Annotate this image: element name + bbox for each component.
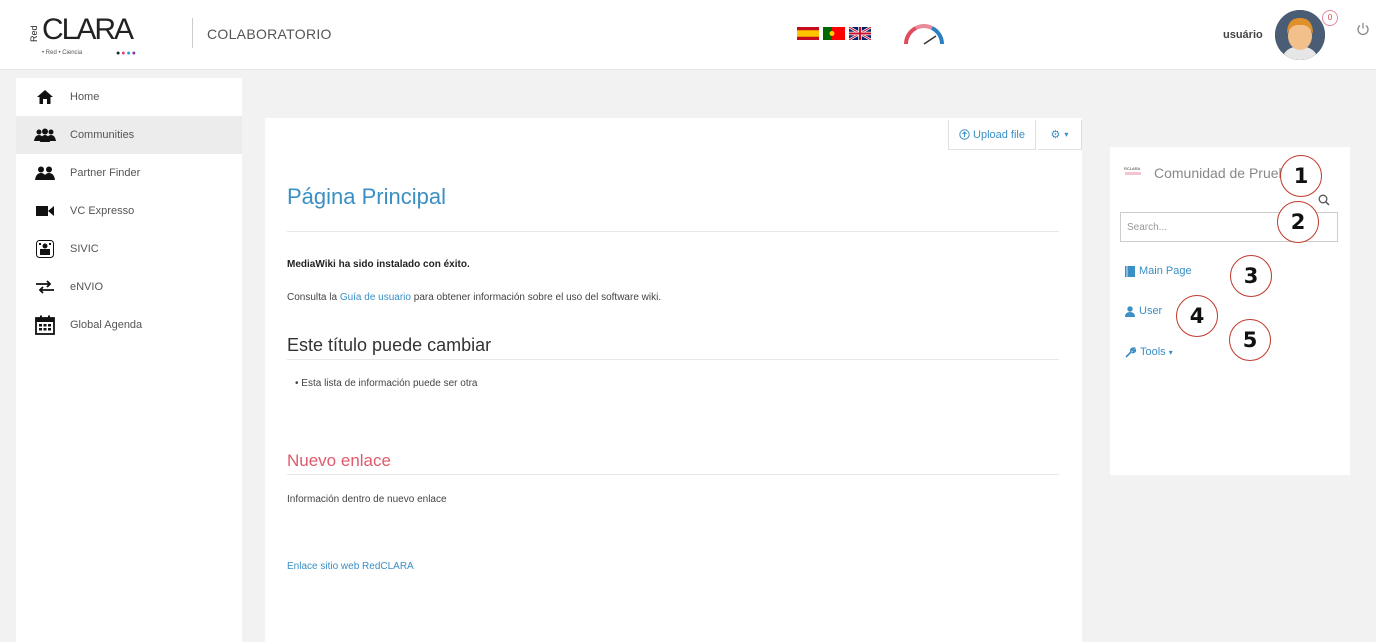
gear-icon: ⚙: [1050, 129, 1061, 141]
sivic-icon: [34, 239, 56, 259]
speed-gauge-icon[interactable]: [902, 22, 946, 46]
sidebar-item-communities[interactable]: Communities: [16, 116, 242, 154]
section-heading: Este título puede cambiar: [287, 335, 492, 355]
wiki-content-panel: Upload file ⚙ ▾ Página Principal MediaWi…: [265, 118, 1082, 642]
caret-down-icon: ▾: [1168, 347, 1173, 357]
top-header: Red CLARA • Red • Ciencia ●●●● COLABORAT…: [0, 0, 1376, 70]
consult-text-post: para obtener información sobre el uso de…: [410, 292, 662, 303]
language-selector: [797, 27, 871, 41]
wrench-icon: [1125, 346, 1136, 358]
sidebar-item-label: SIVIC: [70, 243, 99, 255]
page-title: Página Principal: [287, 184, 446, 209]
consult-paragraph: Consulta la Guía de usuario para obtener…: [287, 292, 661, 303]
logo-main-text: CLARA: [42, 13, 134, 46]
logo-dots: ●●●●: [116, 50, 137, 57]
left-sidebar: Home Communities Partner Finder VC Expre…: [16, 78, 242, 642]
callout-marker: 1: [1280, 155, 1322, 197]
callout-marker: 3: [1230, 255, 1272, 297]
partner-finder-icon: [34, 163, 56, 183]
tools-dropdown[interactable]: Tools ▾: [1125, 346, 1173, 358]
sidebar-item-label: eNVIO: [70, 281, 104, 293]
chevron-down-icon: ▾: [1064, 130, 1069, 139]
tools-label: Tools: [1140, 346, 1166, 358]
redclara-logo[interactable]: Red CLARA • Red • Ciencia ●●●●: [29, 12, 170, 62]
pt-flag-icon[interactable]: [823, 27, 845, 40]
sidebar-item-label: Partner Finder: [70, 167, 141, 179]
sidebar-item-global-agenda[interactable]: Global Agenda: [16, 306, 242, 344]
settings-dropdown-button[interactable]: ⚙ ▾: [1038, 120, 1082, 150]
list-item-text: Esta lista de información puede ser otra: [301, 378, 478, 389]
es-flag-icon[interactable]: [797, 27, 819, 40]
upload-file-button[interactable]: Upload file: [948, 120, 1036, 150]
new-link-heading[interactable]: Nuevo enlace: [287, 451, 391, 471]
book-icon: [1125, 265, 1135, 277]
user-avatar[interactable]: [1275, 10, 1325, 60]
divider: [287, 231, 1059, 232]
sidebar-item-partner-finder[interactable]: Partner Finder: [16, 154, 242, 192]
main-page-link[interactable]: Main Page: [1125, 265, 1192, 277]
install-success-text: MediaWiki ha sido instalado con éxito.: [287, 259, 470, 270]
sidebar-item-label: Global Agenda: [70, 319, 143, 331]
transfer-icon: [34, 277, 56, 297]
calendar-icon: [34, 315, 56, 335]
logo-subtitle: • Red • Ciencia: [42, 50, 83, 56]
divider: [287, 474, 1059, 475]
logo-red-text: Red: [29, 25, 39, 42]
callout-marker: 5: [1229, 319, 1271, 361]
divider: [287, 359, 1059, 360]
user-guide-link[interactable]: Guía de usuario: [340, 292, 411, 303]
user-icon: [1125, 305, 1135, 317]
video-camera-icon: [34, 201, 56, 221]
username-label[interactable]: usuário: [1223, 29, 1263, 41]
sidebar-item-sivic[interactable]: SIVIC: [16, 230, 242, 268]
upload-file-label: Upload file: [973, 128, 1025, 141]
main-page-label: Main Page: [1139, 265, 1192, 277]
home-icon: [34, 87, 56, 107]
notification-badge[interactable]: 0: [1322, 10, 1338, 26]
sidebar-item-label: Communities: [70, 129, 135, 141]
app-title: COLABORATORIO: [207, 26, 332, 42]
uk-flag-icon[interactable]: [849, 27, 871, 40]
avatar-image: [1275, 10, 1325, 60]
header-divider: [192, 18, 193, 48]
search-icon[interactable]: [1318, 194, 1330, 206]
sidebar-item-home[interactable]: Home: [16, 78, 242, 116]
callout-marker: 4: [1176, 295, 1218, 337]
consult-text-pre: Consulta la: [287, 292, 340, 303]
redclara-website-link[interactable]: Enlace sitio web RedCLARA: [287, 561, 414, 572]
user-menu-link[interactable]: User: [1125, 305, 1162, 317]
power-icon[interactable]: [1356, 22, 1370, 36]
user-label: User: [1139, 305, 1163, 317]
sidebar-item-vc-expresso[interactable]: VC Expresso: [16, 192, 242, 230]
upload-icon: [959, 129, 970, 140]
sidebar-item-envio[interactable]: eNVIO: [16, 268, 242, 306]
list-item: • Esta lista de información puede ser ot…: [295, 378, 478, 389]
sidebar-item-label: Home: [70, 91, 100, 103]
sidebar-item-label: VC Expresso: [70, 205, 135, 217]
info-text: Información dentro de nuevo enlace: [287, 494, 447, 505]
callout-marker: 2: [1277, 201, 1319, 243]
communities-icon: [34, 125, 56, 145]
